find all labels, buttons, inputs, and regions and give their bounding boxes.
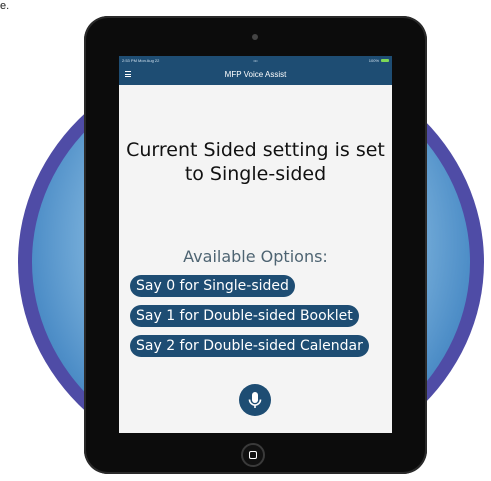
battery-percent: 100% [368, 58, 379, 63]
home-button[interactable] [241, 443, 265, 467]
option-single-sided[interactable]: Say 0 for Single-sided [130, 275, 295, 297]
option-double-sided-calendar[interactable]: Say 2 for Double-sided Calendar [130, 335, 369, 357]
options-title: Available Options: [183, 247, 328, 266]
microphone-icon [248, 392, 262, 408]
camera-icon [252, 34, 258, 40]
current-setting-message: Current Sided setting is set to Single-s… [126, 139, 385, 185]
app-screen: 2:53 PM Mon Aug 22 ••• 100% MFP Voice As… [119, 56, 392, 433]
status-bar: 2:53 PM Mon Aug 22 ••• 100% [119, 56, 392, 65]
corner-text: e. [0, 0, 10, 12]
status-dots: ••• [253, 58, 258, 63]
microphone-button[interactable] [239, 384, 271, 416]
app-title: MFP Voice Assist [224, 70, 287, 79]
home-button-icon [249, 451, 257, 459]
app-bar: MFP Voice Assist [119, 65, 392, 85]
battery-icon [381, 59, 389, 62]
option-double-sided-booklet[interactable]: Say 1 for Double-sided Booklet [130, 305, 359, 327]
